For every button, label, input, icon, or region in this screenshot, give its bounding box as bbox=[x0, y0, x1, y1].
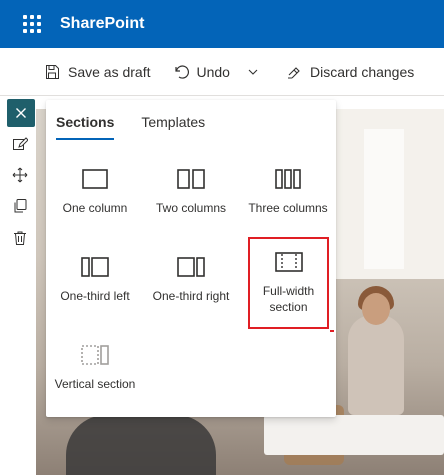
discard-icon bbox=[287, 66, 300, 79]
three-columns-icon bbox=[275, 169, 301, 189]
discard-changes-label: Discard changes bbox=[309, 63, 415, 80]
layout-label: One-third right bbox=[152, 289, 230, 303]
two-columns-icon bbox=[177, 169, 205, 189]
layout-three-columns[interactable]: Three columns bbox=[242, 152, 334, 236]
close-panel-button[interactable] bbox=[7, 99, 35, 127]
one-third-left-icon bbox=[81, 257, 109, 277]
edit-icon bbox=[13, 137, 28, 150]
layout-label: Full-width section bbox=[262, 284, 315, 314]
save-as-draft-label: Save as draft bbox=[68, 63, 151, 80]
layout-one-third-left[interactable]: One-third left bbox=[49, 240, 141, 324]
layout-label: One-third left bbox=[60, 289, 130, 303]
save-icon bbox=[46, 64, 59, 79]
layout-one-column[interactable]: One column bbox=[49, 152, 141, 236]
app-title[interactable]: SharePoint bbox=[60, 15, 144, 33]
layout-label: One column bbox=[62, 201, 128, 215]
vertical-section-icon bbox=[81, 345, 109, 365]
section-layout-panel: Sections Templates One column Two column… bbox=[46, 100, 336, 417]
undo-label: Undo bbox=[196, 63, 230, 80]
layout-label: Three columns bbox=[248, 201, 328, 215]
delete-icon bbox=[14, 231, 26, 245]
panel-tabs: Sections Templates bbox=[56, 114, 232, 140]
delete-section-button[interactable] bbox=[8, 226, 32, 250]
layout-two-columns[interactable]: Two columns bbox=[145, 152, 237, 236]
layout-vertical-section[interactable]: Vertical section bbox=[49, 328, 141, 412]
highlight-marker bbox=[330, 330, 334, 332]
one-column-icon bbox=[82, 169, 108, 189]
discard-changes-button[interactable]: Discard changes bbox=[282, 56, 418, 88]
one-third-right-icon bbox=[177, 257, 205, 277]
edit-section-button[interactable] bbox=[8, 133, 32, 157]
undo-dropdown-button[interactable] bbox=[242, 56, 272, 88]
waffle-icon[interactable] bbox=[20, 12, 44, 36]
duplicate-section-button[interactable] bbox=[8, 194, 32, 218]
layout-label: Two columns bbox=[155, 201, 227, 215]
undo-icon bbox=[174, 64, 189, 79]
layout-one-third-right[interactable]: One-third right bbox=[145, 240, 237, 324]
chevron-down-icon bbox=[248, 69, 258, 75]
suite-bar: SharePoint bbox=[0, 0, 444, 48]
full-width-section-icon bbox=[274, 252, 303, 272]
move-icon bbox=[12, 167, 28, 183]
command-bar: Save as draft Undo Discard changes bbox=[0, 48, 444, 96]
tab-sections[interactable]: Sections bbox=[56, 114, 115, 140]
section-toolbar bbox=[0, 97, 36, 257]
layout-full-width-section[interactable]: Full-width section bbox=[248, 237, 329, 329]
duplicate-icon bbox=[14, 199, 27, 213]
undo-button[interactable]: Undo bbox=[169, 56, 234, 88]
move-section-button[interactable] bbox=[8, 163, 32, 187]
layout-label: Vertical section bbox=[54, 377, 136, 391]
close-icon bbox=[16, 108, 26, 118]
save-as-draft-button[interactable]: Save as draft bbox=[40, 56, 155, 88]
tab-templates[interactable]: Templates bbox=[141, 114, 205, 140]
